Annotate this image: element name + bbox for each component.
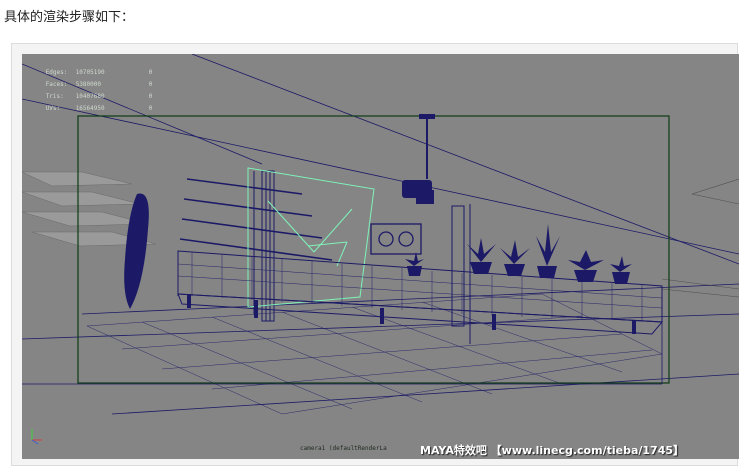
hud-row-edges: Edges: 10705190 0 (24, 55, 153, 76)
watermark-text: MAYA特效吧 【www.linecg.com/tieba/1745】 (420, 444, 685, 457)
camera-label: camera1 (defaultRenderLa (300, 445, 387, 452)
hud-value-selected: 0 (148, 81, 153, 88)
intro-text: 具体的渲染步骤如下： (4, 10, 135, 25)
hud-label: UVs: (45, 105, 61, 112)
hud-value: 10407680 (75, 93, 105, 100)
hud-value-selected: 0 (148, 105, 153, 112)
hud-value: 16564950 (75, 105, 105, 112)
hud-label: Edges: (45, 69, 68, 76)
poly-count-hud: Edges: 10705190 0 Faces: 5380000 0 Tris: 1040… (24, 55, 153, 112)
hud-value: 5380000 (75, 81, 101, 88)
maya-viewport[interactable]: Edges: 10705190 0 Faces: 5380000 0 Tris: 1040… (22, 54, 739, 459)
hud-value: 10705190 (75, 69, 105, 76)
hud-value-selected: 0 (148, 93, 153, 100)
hud-label: Tris: (45, 93, 64, 100)
hud-label: Faces: (45, 81, 68, 88)
hud-value-selected: 0 (148, 69, 153, 76)
axis-gizmo-icon (31, 429, 42, 445)
